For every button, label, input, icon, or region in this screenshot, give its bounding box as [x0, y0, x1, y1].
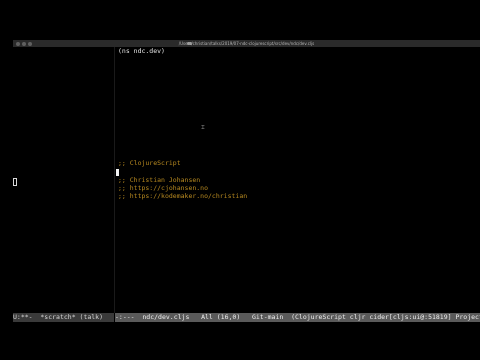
- kodemaker-url-comment: ;; https://kodemaker.no/christian: [118, 192, 248, 200]
- mouse-pointer-icon: ⌶: [201, 124, 205, 131]
- scratch-buffer-pane[interactable]: [13, 47, 114, 313]
- blog-url-comment: ;; https://cjohansen.no: [118, 184, 209, 192]
- dev-cljs-mode-line[interactable]: -:--- ndc/dev.cljs All (16,0) Git-main (…: [115, 313, 480, 322]
- ns-declaration: (ns ndc.dev): [118, 47, 165, 55]
- window-title: /Users/christian/talks/2019/07-ndc-cloju…: [178, 41, 315, 46]
- emacs-window: /Users/christian/talks/2019/07-ndc-cloju…: [13, 40, 480, 323]
- heading-comment: ;; ClojureScript: [118, 159, 181, 167]
- scratch-mode-line[interactable]: U:**- *scratch* (talk): [13, 313, 114, 322]
- code-buffer-pane[interactable]: (ns ndc.dev) ;; ClojureScript ;; Christi…: [115, 47, 480, 313]
- title-bar: /Users/christian/talks/2019/07-ndc-cloju…: [13, 40, 480, 47]
- author-comment: ;; Christian Johansen: [118, 176, 201, 184]
- inactive-cursor: [13, 178, 17, 186]
- text-cursor: [116, 169, 119, 176]
